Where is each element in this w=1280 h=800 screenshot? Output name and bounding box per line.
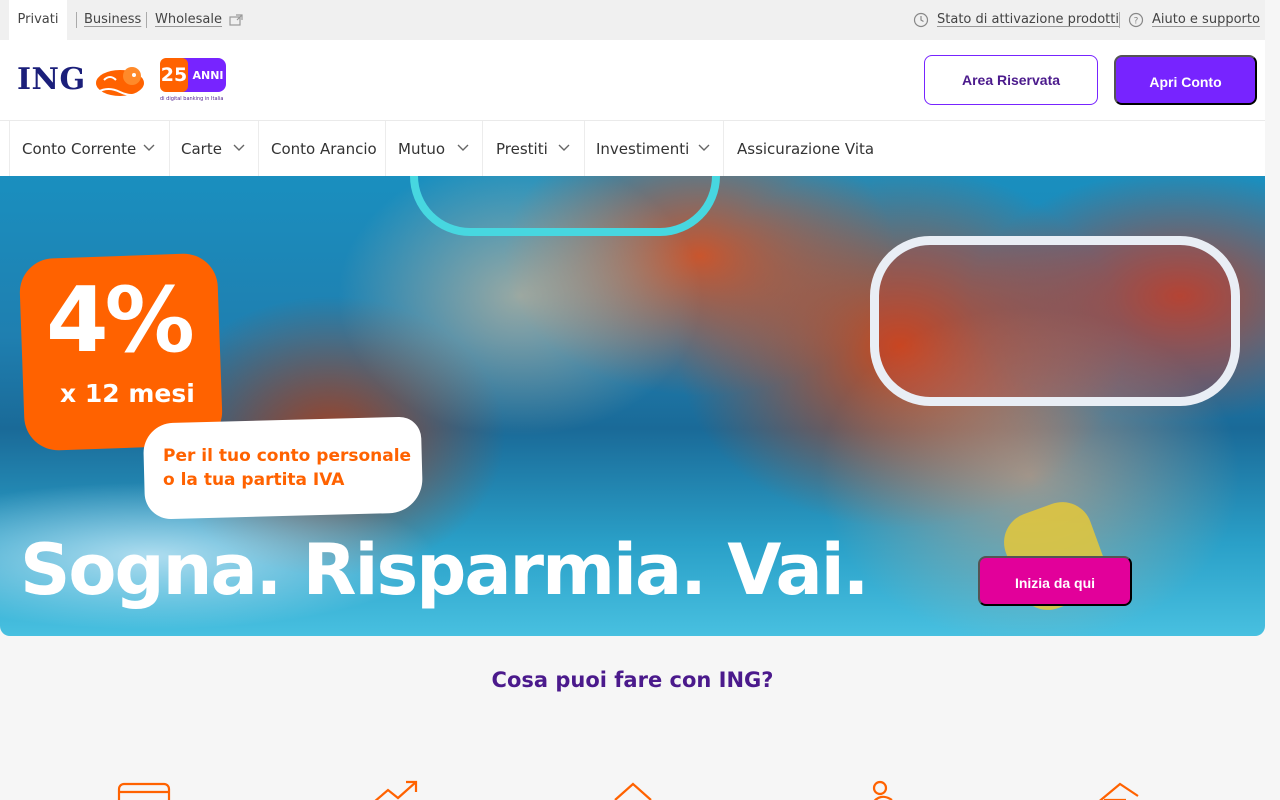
apri-conto-button[interactable]: Apri Conto <box>1114 55 1257 105</box>
bubble-line-1: Per il tuo conto personale <box>163 446 412 466</box>
card-icon <box>117 782 171 800</box>
divider <box>9 121 10 177</box>
nav-item-prestiti[interactable]: Prestiti <box>496 121 548 177</box>
hero-photo-detail <box>410 176 720 236</box>
divider <box>482 121 483 177</box>
house-icon <box>614 782 652 800</box>
external-link-icon <box>229 14 243 26</box>
segment-bar: Privati Business Wholesale Stato di atti… <box>0 0 1265 40</box>
nav-item-conto-arancio[interactable]: Conto Arancio <box>271 121 377 177</box>
nav-item-carte[interactable]: Carte <box>181 121 222 177</box>
chevron-down-icon <box>558 144 570 151</box>
lion-logo-icon <box>96 67 144 96</box>
chevron-down-icon <box>233 144 245 151</box>
bubble-line-2: o la tua partita IVA <box>163 470 345 490</box>
anniversary-number: 25 <box>161 64 187 86</box>
clock-icon <box>913 12 929 28</box>
rate-duration: x 12 mesi <box>60 379 195 408</box>
area-riservata-button[interactable]: Area Riservata <box>924 55 1098 105</box>
nav-item-conto-corrente[interactable]: Conto Corrente <box>22 121 136 177</box>
ing-logo[interactable]: ING <box>17 62 86 97</box>
help-support-link[interactable]: Aiuto e supporto <box>1152 0 1260 40</box>
hero-headline: Sogna. Risparmia. Vai. <box>20 529 869 611</box>
svg-text:?: ? <box>1134 17 1139 27</box>
chevron-down-icon <box>457 144 469 151</box>
divider <box>385 121 386 177</box>
hero-banner: 4% x 12 mesi Per il tuo conto personale … <box>0 176 1265 636</box>
divider <box>258 121 259 177</box>
section-title: Cosa puoi fare con ING? <box>491 668 774 692</box>
anniversary-badge: 25 ANNI di digital banking in Italia <box>160 58 226 102</box>
segment-privati[interactable]: Privati <box>9 0 67 40</box>
main-nav: Conto Corrente Carte Conto Arancio Mutuo… <box>0 120 1265 177</box>
nav-item-investimenti[interactable]: Investimenti <box>596 121 689 177</box>
piggy-icon <box>872 780 893 800</box>
nav-item-mutuo[interactable]: Mutuo <box>398 121 445 177</box>
help-icon: ? <box>1128 12 1144 28</box>
anniversary-word: ANNI <box>192 69 223 82</box>
divider <box>169 121 170 177</box>
nav-item-assicurazione-vita[interactable]: Assicurazione Vita <box>737 121 874 177</box>
bubble-text: Per il tuo conto personale o la tua part… <box>163 444 413 492</box>
segment-business[interactable]: Business <box>84 0 141 40</box>
inizia-da-qui-button[interactable]: Inizia da qui <box>978 556 1132 606</box>
chevron-down-icon <box>143 144 155 151</box>
anniversary-tagline: di digital banking in Italia <box>160 96 223 102</box>
segment-wholesale[interactable]: Wholesale <box>155 0 222 40</box>
divider <box>1119 12 1120 28</box>
divider <box>584 121 585 177</box>
divider <box>76 12 77 28</box>
wallet-icon <box>1099 782 1139 800</box>
product-activation-link[interactable]: Stato di attivazione prodotti <box>937 0 1119 40</box>
divider <box>146 12 147 28</box>
divider <box>723 121 724 177</box>
trend-up-icon <box>374 780 418 800</box>
main-header: ING 25 ANNI di digital banking in Italia… <box>0 40 1265 120</box>
hero-photo-detail <box>870 236 1240 406</box>
chevron-down-icon <box>698 144 710 151</box>
rate-value: 4% <box>46 268 195 373</box>
